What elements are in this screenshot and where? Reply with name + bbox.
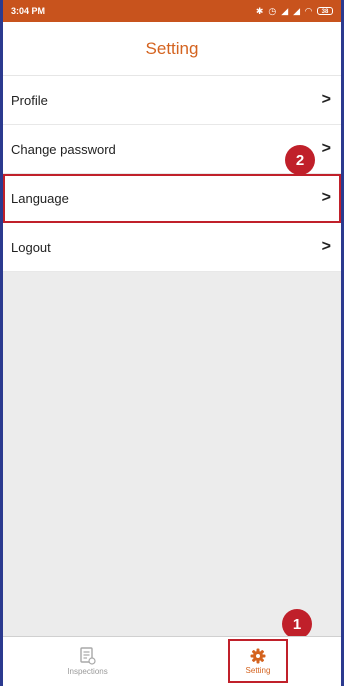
chevron-right-icon: > bbox=[321, 189, 331, 206]
bluetooth-icon: ✱ bbox=[255, 5, 264, 16]
callout-step-2: 2 bbox=[285, 145, 315, 175]
status-icons: ✱ ◷ ◢ ◢ ◠ 38 bbox=[256, 6, 333, 17]
menu-item-label: Language bbox=[11, 190, 69, 206]
signal-icon: ◢ bbox=[281, 5, 289, 16]
tab-label: Setting bbox=[245, 665, 271, 675]
bottom-tab-bar: Inspections Setting bbox=[3, 636, 341, 686]
wifi-icon: ◠ bbox=[305, 5, 312, 16]
battery-icon: 38 bbox=[317, 7, 333, 15]
chevron-right-icon: > bbox=[321, 140, 331, 157]
document-list-icon bbox=[79, 647, 96, 665]
menu-item-label: Change password bbox=[11, 141, 116, 157]
tab-setting[interactable]: Setting bbox=[228, 639, 288, 683]
menu-item-label: Profile bbox=[11, 92, 48, 108]
menu-item-label: Logout bbox=[11, 239, 51, 255]
callout-step-1: 1 bbox=[282, 609, 312, 639]
page-title: Setting bbox=[145, 38, 199, 58]
menu-item-profile[interactable]: Profile > bbox=[3, 76, 341, 125]
alarm-icon: ◷ bbox=[268, 5, 277, 16]
tab-label: Inspections bbox=[67, 667, 108, 676]
header: Setting bbox=[3, 22, 341, 76]
gear-icon bbox=[250, 648, 266, 664]
chevron-right-icon: > bbox=[321, 238, 331, 255]
status-time: 3:04 PM bbox=[11, 6, 46, 16]
menu-item-language[interactable]: Language > bbox=[3, 174, 341, 223]
menu-item-logout[interactable]: Logout > bbox=[3, 223, 341, 272]
chevron-right-icon: > bbox=[321, 91, 331, 108]
status-bar: 3:04 PM ✱ ◷ ◢ ◢ ◠ 38 bbox=[3, 0, 341, 22]
tab-inspections[interactable]: Inspections bbox=[3, 637, 172, 686]
settings-menu: Profile > Change password > Language > L… bbox=[3, 76, 341, 272]
phone-frame: 3:04 PM ✱ ◷ ◢ ◢ ◠ 38 Setting Profile > C… bbox=[0, 0, 344, 686]
signal-icon-2: ◢ bbox=[293, 5, 301, 16]
